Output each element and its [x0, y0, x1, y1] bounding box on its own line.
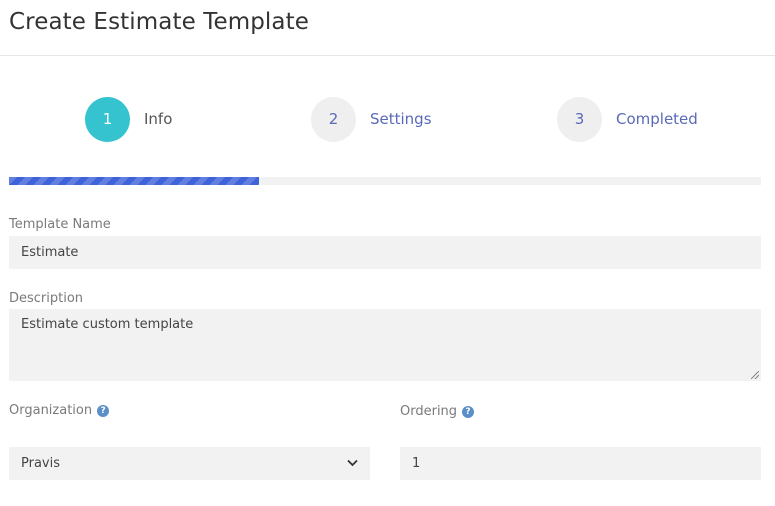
wizard-progress-bar: [9, 177, 761, 185]
description-label: Description: [9, 291, 84, 306]
question-circle-icon[interactable]: ?: [97, 404, 110, 417]
create-estimate-template-page: Create Estimate Template 1 Info 2 Settin…: [0, 0, 775, 506]
step-settings[interactable]: 2 Settings: [311, 96, 432, 142]
organization-label: Organization ?: [9, 403, 110, 418]
step-number-circle: 1: [85, 96, 130, 142]
step-label: Settings: [370, 110, 432, 128]
wizard-progress-fill: [9, 177, 260, 185]
step-number-circle: 3: [557, 96, 602, 142]
page-title: Create Estimate Template: [9, 9, 309, 35]
step-label: Completed: [616, 110, 698, 128]
question-circle-icon[interactable]: ?: [462, 405, 475, 418]
description-textarea[interactable]: [9, 309, 761, 381]
textarea-resize-handle[interactable]: [751, 371, 759, 379]
organization-select[interactable]: Pravis: [9, 447, 370, 480]
template-name-label: Template Name: [9, 217, 111, 232]
ordering-input[interactable]: [400, 447, 761, 480]
page-header: Create Estimate Template: [0, 0, 775, 56]
step-number-circle: 2: [311, 96, 356, 142]
step-info[interactable]: 1 Info: [85, 96, 172, 142]
ordering-label: Ordering ?: [400, 404, 475, 419]
wizard-steps: 1 Info 2 Settings 3 Completed: [0, 96, 775, 142]
template-name-input[interactable]: [9, 236, 761, 269]
chevron-down-icon: [347, 457, 358, 470]
step-label: Info: [144, 110, 173, 128]
step-completed[interactable]: 3 Completed: [557, 96, 698, 142]
organization-selected-value: Pravis: [21, 456, 60, 471]
